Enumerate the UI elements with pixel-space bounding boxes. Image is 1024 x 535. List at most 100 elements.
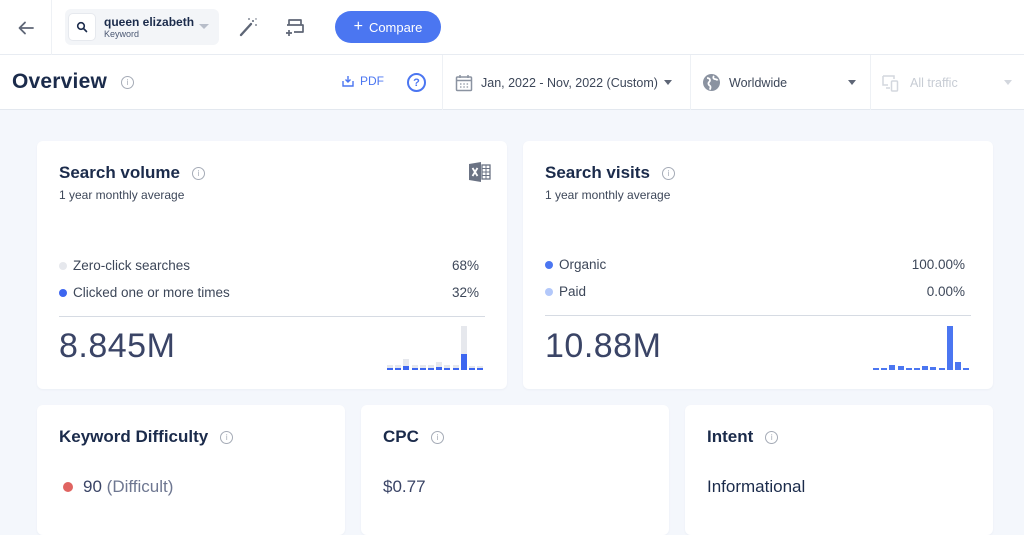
search-volume-title: Search volume — [59, 163, 180, 182]
keyword-selector[interactable]: queen elizabeth Keyword — [65, 9, 219, 45]
clicked-bar — [395, 367, 402, 370]
clicked-bar — [387, 367, 393, 370]
info-icon[interactable]: i — [220, 430, 234, 444]
info-icon[interactable]: i — [121, 76, 134, 89]
search-volume-subtitle: 1 year monthly average — [59, 188, 185, 202]
divider — [59, 316, 485, 317]
top-bar: queen elizabeth Keyword + Compare — [0, 0, 1024, 55]
info-icon[interactable]: i — [765, 430, 779, 444]
excel-export-button[interactable] — [469, 162, 491, 187]
calendar-icon — [455, 74, 473, 91]
organic-bar — [946, 326, 953, 370]
page-title: Overview — [12, 70, 107, 93]
intent-title: Intent — [707, 427, 754, 446]
info-icon[interactable]: i — [430, 430, 444, 444]
keyword-difficulty-title: Keyword Difficulty — [59, 427, 209, 446]
back-button[interactable] — [0, 0, 52, 55]
chevron-down-icon — [199, 24, 209, 29]
compare-button[interactable]: + Compare — [335, 11, 441, 43]
paid-dot — [545, 287, 553, 296]
info-icon[interactable]: i — [661, 166, 675, 180]
region-selector[interactable]: Worldwide — [702, 55, 858, 110]
excel-icon — [469, 162, 491, 182]
difficulty-level: (Difficult) — [106, 477, 174, 496]
keyword-type: Keyword — [104, 28, 140, 39]
clicked-bar — [403, 366, 410, 370]
legend-value: 0.00% — [926, 284, 965, 299]
traffic-value: All traffic — [910, 75, 958, 90]
plus-icon: + — [353, 18, 363, 35]
legend-label: Zero-click searches — [73, 258, 191, 273]
organic-bar — [922, 366, 929, 370]
divider — [690, 55, 691, 110]
search-visits-title: Search visits — [545, 163, 650, 182]
organic-bar — [963, 367, 970, 370]
difficulty-score: 90 — [83, 477, 102, 496]
organic-bar — [897, 366, 904, 370]
difficulty-indicator-dot — [63, 482, 73, 492]
devices-icon — [882, 74, 899, 92]
organic-bar — [881, 367, 888, 370]
search-visits-total: 10.88M — [545, 327, 662, 365]
magic-wand-icon — [239, 18, 257, 37]
clicked-bar — [436, 366, 443, 370]
organic-bar — [914, 367, 920, 370]
help-button[interactable]: ? — [407, 73, 426, 92]
legend-value: 100.00% — [911, 257, 965, 272]
search-volume-total: 8.845M — [59, 327, 176, 365]
organic-bar — [930, 366, 937, 370]
search-volume-mini-chart — [387, 320, 487, 370]
clicked-bar — [419, 367, 426, 370]
traffic-selector[interactable]: All traffic — [882, 55, 1024, 110]
legend-clicked: Clicked one or more times 32% — [59, 285, 479, 300]
intent-value: Informational — [707, 477, 806, 496]
cpc-title: CPC — [383, 427, 419, 446]
arrow-left-icon — [18, 21, 34, 34]
legend-zero-click: Zero-click searches 68% — [59, 258, 479, 273]
date-range-value: Jan, 2022 - Nov, 2022 (Custom) — [481, 75, 658, 90]
legend-paid: Paid 0.00% — [545, 284, 965, 299]
organic-bar — [955, 362, 961, 370]
clicked-bar — [460, 354, 467, 370]
search-visits-mini-chart — [873, 320, 973, 370]
divider — [442, 55, 443, 110]
legend-label: Organic — [559, 257, 607, 272]
add-comparison-button[interactable] — [282, 14, 308, 40]
legend-label: Paid — [559, 284, 587, 299]
pdf-label: PDF — [360, 74, 384, 88]
cpc-value: $0.77 — [383, 477, 426, 496]
search-visits-subtitle: 1 year monthly average — [545, 188, 671, 202]
pdf-export-button[interactable]: PDF — [342, 74, 384, 88]
globe-icon — [703, 74, 720, 91]
legend-value: 68% — [451, 258, 479, 273]
info-icon[interactable]: i — [191, 166, 205, 180]
legend-value: 32% — [451, 285, 479, 300]
magic-wand-button[interactable] — [235, 14, 261, 40]
clicked-bar — [452, 367, 459, 370]
legend-label: Clicked one or more times — [73, 285, 230, 300]
clicked-bar — [428, 367, 434, 370]
search-visits-card: Search visits i 1 year monthly average O… — [523, 141, 993, 389]
clicked-bar — [444, 367, 451, 370]
zero-click-dot — [59, 261, 67, 270]
divider — [870, 55, 871, 110]
caret-down-icon — [1004, 80, 1012, 85]
organic-bar — [889, 365, 896, 370]
clicked-dot — [59, 288, 67, 297]
add-table-icon — [286, 19, 304, 36]
clicked-bar — [477, 367, 484, 370]
clicked-bar — [411, 367, 418, 370]
clicked-bar — [469, 367, 475, 370]
date-range-selector[interactable]: Jan, 2022 - Nov, 2022 (Custom) — [455, 55, 672, 110]
organic-bar — [938, 367, 945, 370]
question-icon: ? — [413, 76, 420, 89]
legend-organic: Organic 100.00% — [545, 257, 965, 272]
download-icon — [342, 76, 354, 87]
region-value: Worldwide — [729, 75, 788, 90]
keyword-value: queen elizabeth — [104, 14, 195, 29]
organic-bar — [873, 367, 879, 370]
compare-label: Compare — [368, 19, 423, 35]
divider — [545, 315, 971, 316]
caret-down-icon — [663, 80, 672, 85]
overview-header: Overview i PDF ? Jan, 2022 - Nov, 2022 (… — [0, 55, 1024, 110]
